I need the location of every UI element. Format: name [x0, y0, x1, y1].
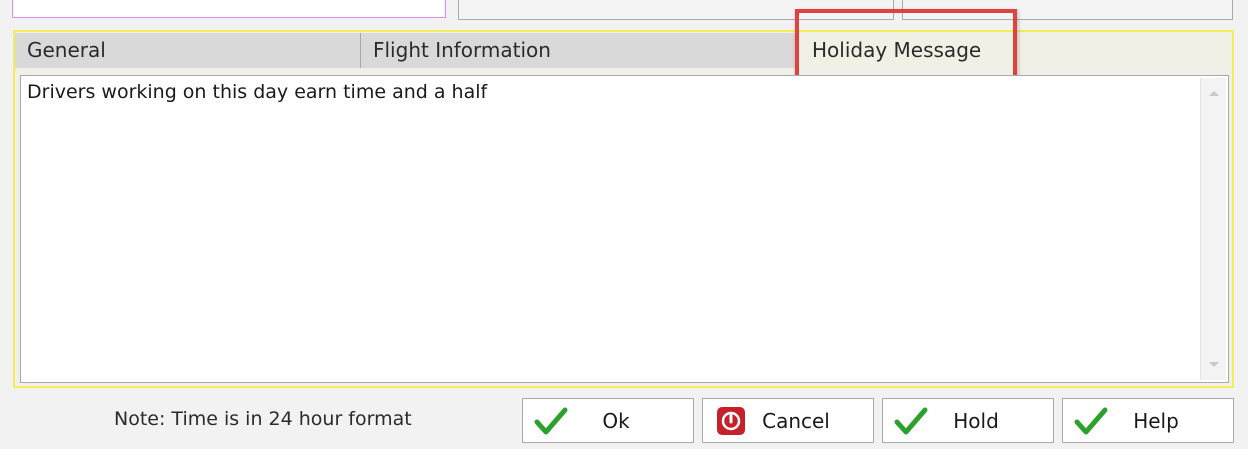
checkmark-icon — [533, 403, 569, 439]
top-field-middle[interactable] — [458, 0, 894, 20]
cancel-button[interactable]: Cancel — [702, 398, 874, 443]
arrow-up-icon[interactable] — [1201, 80, 1226, 106]
time-format-note: Note: Time is in 24 hour format — [114, 408, 412, 430]
cancel-button-label: Cancel — [762, 408, 830, 433]
tab-flight-information[interactable]: Flight Information — [361, 33, 797, 68]
ok-button-label: Ok — [602, 408, 630, 433]
help-button[interactable]: Help — [1062, 398, 1234, 443]
arrow-down-icon[interactable] — [1201, 352, 1226, 378]
power-stop-icon — [713, 403, 749, 439]
top-field-right[interactable] — [902, 0, 1233, 20]
tab-general[interactable]: General — [15, 33, 361, 68]
holiday-message-textarea[interactable]: Drivers working on this day earn time an… — [20, 75, 1229, 383]
dialog-window: General Flight Information Holiday Messa… — [0, 0, 1248, 449]
tab-holiday-message[interactable]: Holiday Message — [798, 33, 1232, 68]
checkmark-icon — [1073, 403, 1109, 439]
ok-button[interactable]: Ok — [522, 398, 694, 443]
top-input-field[interactable] — [12, 0, 446, 18]
holiday-message-text: Drivers working on this day earn time an… — [27, 81, 488, 103]
help-button-label: Help — [1133, 408, 1179, 433]
hold-button-label: Hold — [953, 408, 999, 433]
checkmark-icon — [893, 403, 929, 439]
vertical-scrollbar[interactable] — [1200, 78, 1226, 380]
hold-button[interactable]: Hold — [882, 398, 1054, 443]
